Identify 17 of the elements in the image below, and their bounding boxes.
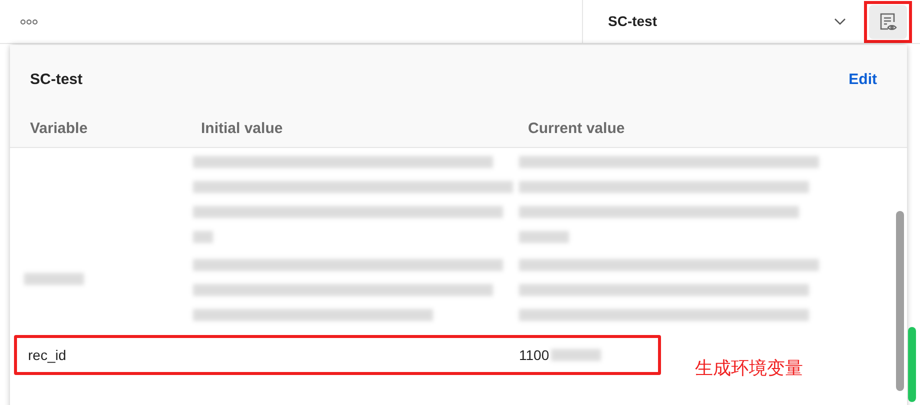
- column-header: Current value: [528, 118, 625, 138]
- annotation-text: 生成环境变量: [695, 357, 803, 380]
- edit-link[interactable]: Edit: [848, 69, 877, 92]
- column-header: Initial value: [201, 118, 284, 138]
- more-icon[interactable]: [20, 18, 38, 24]
- redacted-text: [193, 231, 213, 243]
- environment-dropdown[interactable]: SC-test: [582, 0, 856, 44]
- table-cell-text: 1100: [519, 346, 550, 364]
- environment-title: SC-test: [30, 70, 83, 90]
- redacted-text: [519, 231, 569, 243]
- column-header: Variable: [30, 118, 89, 138]
- chevron-down-icon: [834, 18, 846, 26]
- eye-document-icon: [878, 12, 898, 32]
- redacted-text: [551, 349, 602, 361]
- environment-quick-look-button[interactable]: [864, 0, 912, 42]
- table-cell-text: rec_id: [27, 346, 68, 365]
- redacted-text: [24, 273, 84, 285]
